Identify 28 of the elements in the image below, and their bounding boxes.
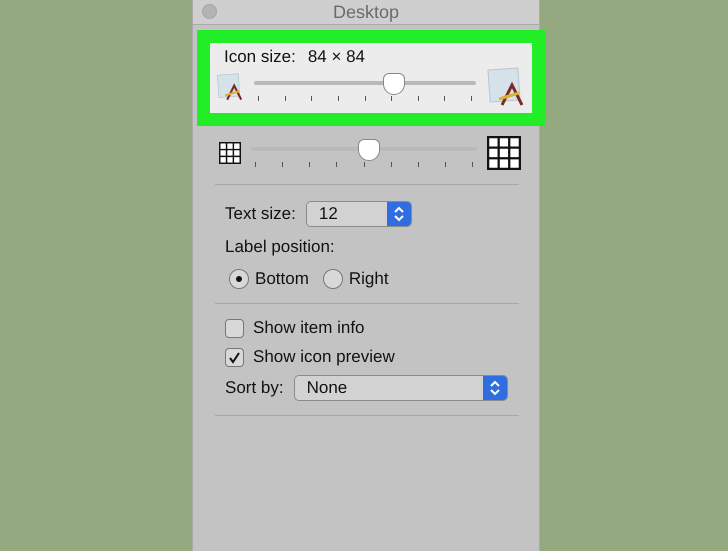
- icon-size-value: 84 × 84: [308, 47, 366, 67]
- radio-label: Right: [348, 269, 389, 289]
- slider-thumb[interactable]: [382, 73, 405, 95]
- text-size-label: Text size:: [225, 204, 296, 224]
- checkbox-label: Show icon preview: [253, 347, 395, 367]
- radio-button[interactable]: [322, 269, 343, 289]
- stepper-icon: [386, 202, 411, 226]
- text-size-dropdown[interactable]: 12: [306, 201, 412, 227]
- checkbox[interactable]: [225, 348, 244, 366]
- grid-icon: [219, 142, 241, 164]
- app-icon: [486, 67, 526, 107]
- checkbox[interactable]: [225, 318, 244, 338]
- sort-by-dropdown[interactable]: None: [294, 375, 508, 401]
- stepper-icon: [482, 376, 507, 400]
- window-title: Desktop: [332, 2, 400, 22]
- radio-button[interactable]: [229, 269, 249, 289]
- slider[interactable]: [251, 139, 477, 167]
- sort-by-label: Sort by:: [225, 378, 284, 398]
- icon-size-label: Icon size:: [224, 47, 296, 67]
- checkmark-icon: [228, 350, 241, 364]
- grid-icon: [487, 136, 521, 170]
- checkbox-label: Show item info: [253, 318, 364, 338]
- close-button[interactable]: [202, 4, 217, 19]
- app-icon: [216, 73, 244, 101]
- radio-label: Bottom: [255, 269, 309, 289]
- slider[interactable]: [254, 73, 476, 101]
- label-position-label: Label position:: [225, 237, 335, 257]
- slider-thumb[interactable]: [358, 139, 380, 161]
